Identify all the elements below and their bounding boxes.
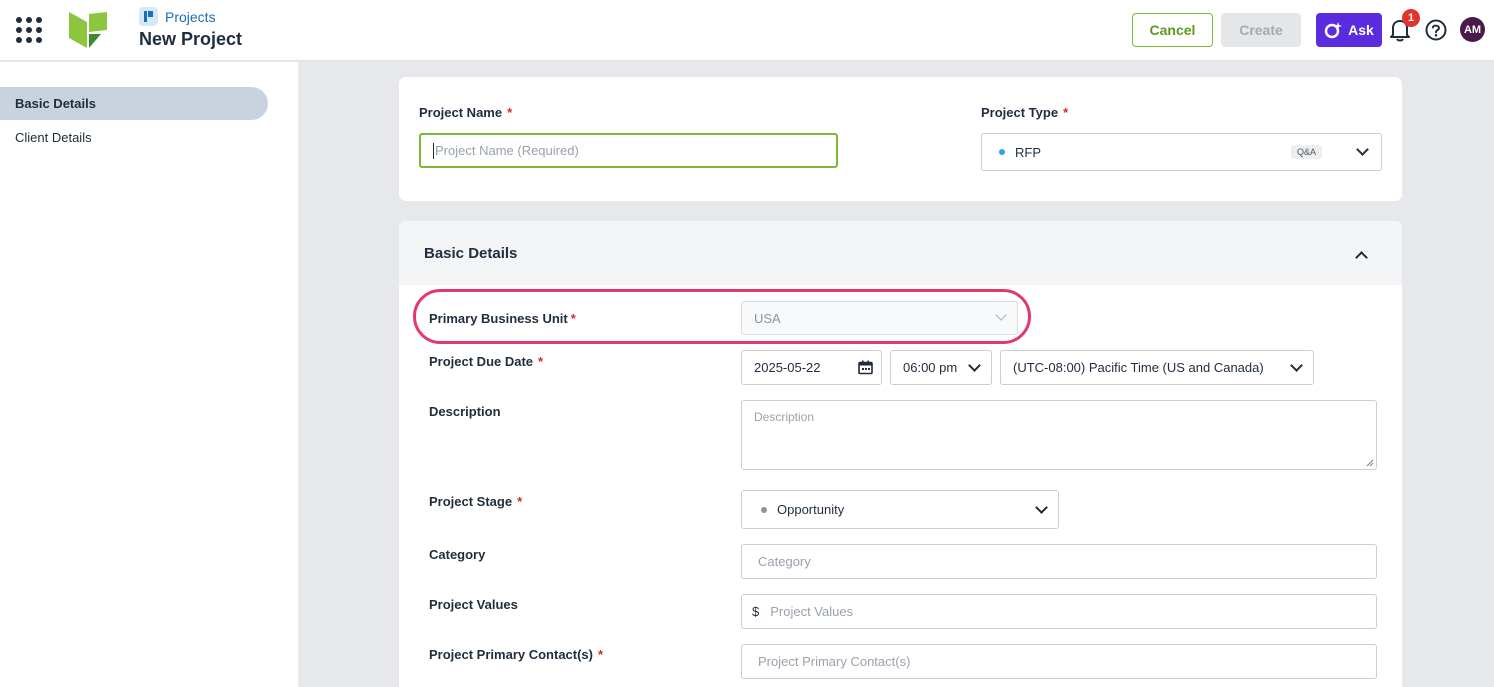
primary-contacts-label: Project Primary Contact(s) * (429, 647, 604, 662)
project-type-tag: Q&A (1291, 145, 1323, 159)
ask-label: Ask (1348, 22, 1374, 38)
chevron-up-icon[interactable] (1355, 251, 1368, 264)
project-due-date-label: Project Due Date * (429, 354, 544, 369)
page-title: New Project (139, 29, 243, 49)
project-name-label: Project Name * (419, 105, 513, 120)
description-label: Description (429, 404, 501, 419)
project-name-input[interactable]: Project Name (Required) (419, 133, 838, 168)
project-header-card: Project Name * Project Name (Required) Pr… (399, 77, 1402, 201)
project-type-dot (999, 149, 1005, 155)
chevron-down-icon (1356, 143, 1369, 156)
project-stage-select[interactable]: Opportunity (741, 490, 1059, 529)
breadcrumb-projects[interactable]: Projects (165, 9, 216, 25)
sidebar: Basic Details Client Details (0, 62, 298, 687)
timezone-select[interactable]: (UTC-08:00) Pacific Time (US and Canada) (1000, 350, 1314, 385)
basic-details-header[interactable]: Basic Details (399, 221, 1402, 285)
top-bar: Projects New Project Cancel Create Ask 1… (0, 0, 1494, 61)
help-icon[interactable] (1425, 19, 1447, 41)
primary-contacts-input[interactable]: Project Primary Contact(s) (741, 644, 1377, 679)
projects-icon (139, 7, 158, 26)
sidebar-item-basic-details[interactable]: Basic Details (0, 87, 268, 120)
resize-handle-icon[interactable] (1366, 459, 1374, 467)
project-values-input[interactable]: $ Project Values (741, 594, 1377, 629)
app-launcher-icon[interactable] (16, 17, 42, 43)
brand-logo (69, 12, 107, 48)
annotation-highlight (413, 289, 1031, 344)
avatar[interactable]: AM (1460, 17, 1485, 42)
chevron-down-icon (1035, 500, 1048, 514)
chevron-down-icon (1290, 358, 1303, 372)
project-stage-label: Project Stage * (429, 494, 523, 509)
chevron-down-icon (968, 358, 981, 372)
due-date-input[interactable]: 2025-05-22 (741, 350, 882, 385)
due-time-select[interactable]: 06:00 pm (890, 350, 992, 385)
sidebar-item-client-details[interactable]: Client Details (0, 121, 268, 154)
ai-sparkle-icon (1324, 22, 1343, 39)
project-type-select[interactable]: RFP Q&A (981, 133, 1382, 171)
category-label: Category (429, 547, 486, 562)
description-textarea[interactable]: Description (741, 400, 1377, 470)
calendar-icon[interactable] (858, 360, 873, 375)
notification-badge: 1 (1402, 9, 1420, 27)
cancel-button[interactable]: Cancel (1132, 13, 1213, 47)
breadcrumb[interactable]: Projects (139, 7, 216, 26)
currency-symbol: $ (752, 604, 760, 619)
stage-dot (761, 506, 767, 513)
category-input[interactable]: Category (741, 544, 1377, 579)
create-button[interactable]: Create (1221, 13, 1301, 47)
project-values-label: Project Values (429, 597, 518, 612)
project-type-label: Project Type * (981, 105, 1069, 120)
ask-button[interactable]: Ask (1316, 13, 1382, 47)
